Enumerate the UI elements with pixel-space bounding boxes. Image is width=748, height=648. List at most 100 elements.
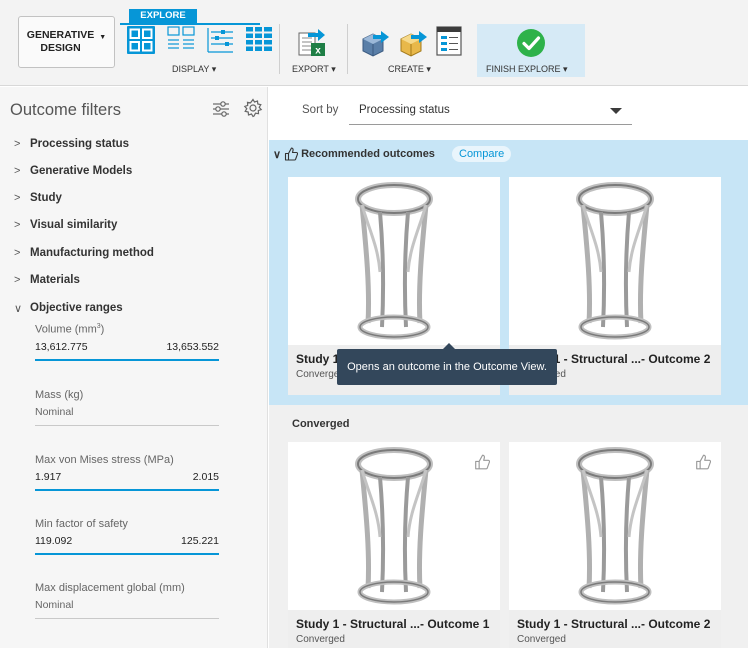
export-excel-icon[interactable]: x	[296, 27, 328, 59]
export-menu[interactable]: EXPORT ▾	[292, 64, 336, 75]
card-title: Study 1 - Structural ...- Outcome 2	[517, 617, 711, 631]
finish-explore-label: FINISH EXPLORE	[486, 64, 561, 74]
range-label: Volume (mm3)	[35, 323, 219, 336]
generative-design-label: GENERATIVE DESIGN	[26, 29, 95, 54]
create-part-icon[interactable]	[397, 27, 429, 59]
converged-heading: Converged	[292, 418, 349, 430]
filter-objective-ranges[interactable]: ∨ Objective ranges	[14, 299, 123, 317]
sort-dropdown-icon	[610, 108, 622, 114]
sort-bar: Sort by Processing status	[269, 87, 748, 140]
chevron-right-icon: >	[14, 274, 21, 286]
chevron-right-icon: >	[14, 219, 21, 231]
filter-label: Materials	[30, 274, 80, 286]
range-max: 13,653.552	[166, 340, 219, 353]
card-title: Study 1 - Structural ...- Outcome 1	[296, 617, 490, 631]
outcome-card[interactable]: Study 1 - Structural ...- Outcome 2 Conv…	[509, 442, 721, 648]
outcome-preview-image	[509, 442, 721, 610]
filter-label: Processing status	[30, 138, 130, 150]
range-max: 2.015	[192, 471, 219, 483]
filter-manufacturing-method[interactable]: > Manufacturing method	[14, 244, 154, 262]
chevron-right-icon: >	[14, 165, 21, 177]
sort-by-label: Sort by	[302, 104, 339, 116]
range-label-text: Volume (mm	[35, 323, 97, 336]
thumb-up-icon[interactable]	[474, 454, 490, 470]
sort-select[interactable]: Processing status	[349, 98, 632, 125]
compare-button[interactable]: Compare	[452, 146, 512, 162]
tile-view-icon[interactable]	[126, 25, 156, 55]
create-drawing-icon[interactable]	[434, 25, 464, 57]
range-value: Nominal	[35, 406, 74, 418]
recommended-thumb-icon	[285, 147, 299, 161]
range-slider-safety[interactable]: 119.092 125.221	[35, 535, 219, 555]
chevron-down-icon: ▾	[331, 64, 336, 74]
filter-label: Visual similarity	[30, 219, 118, 231]
toolbar: GENERATIVE DESIGN ▼ EXPLORE DISPLAY ▾ x …	[0, 0, 748, 86]
range-slider-stress[interactable]: 1.917 2.015	[35, 471, 219, 491]
create-menu[interactable]: CREATE ▾	[388, 64, 431, 75]
export-label: EXPORT	[292, 64, 329, 74]
create-label: CREATE	[388, 64, 424, 74]
range-min: 119.092	[35, 535, 73, 547]
chevron-down-icon: ∨	[14, 302, 23, 315]
range-min: 13,612.775	[35, 340, 88, 353]
outcomes-content: Sort by Processing status ∨ Recommended …	[269, 87, 748, 648]
range-value: Nominal	[35, 599, 74, 611]
filter-study[interactable]: > Study	[14, 189, 62, 207]
table-view-icon[interactable]	[244, 25, 274, 55]
range-volume: Volume (mm3) 13,612.775 13,653.552	[35, 323, 219, 361]
create-design-icon[interactable]	[359, 27, 391, 59]
range-displacement: Max displacement global (mm) Nominal	[35, 582, 219, 619]
range-label: Max von Mises stress (MPa)	[35, 454, 174, 466]
range-stress: Max von Mises stress (MPa) 1.917 2.015	[35, 454, 219, 491]
tooltip: Opens an outcome in the Outcome View.	[337, 343, 557, 385]
generative-design-button[interactable]: GENERATIVE DESIGN ▼	[18, 16, 115, 68]
range-slider-volume[interactable]: 13,612.775 13,653.552	[35, 341, 219, 361]
chevron-right-icon: >	[14, 138, 21, 150]
range-min: 1.917	[35, 471, 62, 483]
recommended-heading[interactable]: ∨ Recommended outcomes	[273, 147, 435, 161]
chevron-down-icon: ∨	[273, 148, 282, 161]
range-safety: Min factor of safety 119.092 125.221	[35, 518, 219, 555]
separator	[347, 24, 348, 74]
display-menu[interactable]: DISPLAY ▾	[172, 64, 216, 75]
chevron-down-icon: ▾	[563, 64, 568, 74]
outcome-preview-image	[288, 177, 500, 345]
chevron-down-icon: ▼	[99, 33, 107, 41]
thumb-up-icon[interactable]	[695, 454, 711, 470]
filter-settings-icon[interactable]	[211, 99, 231, 119]
finish-explore-menu[interactable]: FINISH EXPLORE ▾	[486, 64, 568, 75]
svg-text:x: x	[315, 46, 321, 57]
range-slider-mass[interactable]: Nominal	[35, 406, 219, 426]
filter-processing-status[interactable]: > Processing status	[14, 135, 129, 153]
display-label: DISPLAY	[172, 64, 210, 74]
separator	[279, 24, 280, 74]
outcome-card[interactable]: Study 1 - Structural ...- Outcome 1 Conv…	[288, 442, 500, 648]
filter-visual-similarity[interactable]: > Visual similarity	[14, 216, 117, 234]
filter-label: Manufacturing method	[30, 247, 154, 259]
range-label-end: )	[100, 323, 105, 336]
range-label: Max displacement global (mm)	[35, 582, 185, 594]
section-title: Recommended outcomes	[301, 148, 435, 160]
outcome-preview-image	[288, 442, 500, 610]
section-title: Converged	[292, 418, 350, 430]
outcome-preview-image	[509, 177, 721, 345]
card-status: Converged	[517, 634, 566, 645]
filter-label: Study	[30, 192, 62, 204]
gear-icon[interactable]	[243, 98, 263, 118]
filter-label: Generative Models	[30, 165, 133, 177]
chevron-down-icon: ▾	[211, 64, 217, 74]
range-slider-displacement[interactable]: Nominal	[35, 599, 219, 619]
card-footer: Study 1 - Structural ...- Outcome 1 Conv…	[288, 610, 500, 648]
filter-materials[interactable]: > Materials	[14, 271, 80, 289]
range-mass: Mass (kg) Nominal	[35, 389, 219, 426]
explore-tab[interactable]: EXPLORE	[129, 9, 197, 23]
chevron-right-icon: >	[14, 192, 21, 204]
filter-generative-models[interactable]: > Generative Models	[14, 162, 132, 180]
scatter-view-icon[interactable]	[205, 25, 235, 55]
range-label: Mass (kg)	[35, 389, 84, 401]
filter-label: Objective ranges	[30, 302, 123, 314]
list-thumb-view-icon[interactable]	[166, 25, 196, 55]
finish-check-icon[interactable]	[516, 28, 546, 58]
range-max: 125.221	[181, 535, 219, 547]
outcome-filters-panel: Outcome filters > Processing status > Ge…	[0, 87, 268, 648]
